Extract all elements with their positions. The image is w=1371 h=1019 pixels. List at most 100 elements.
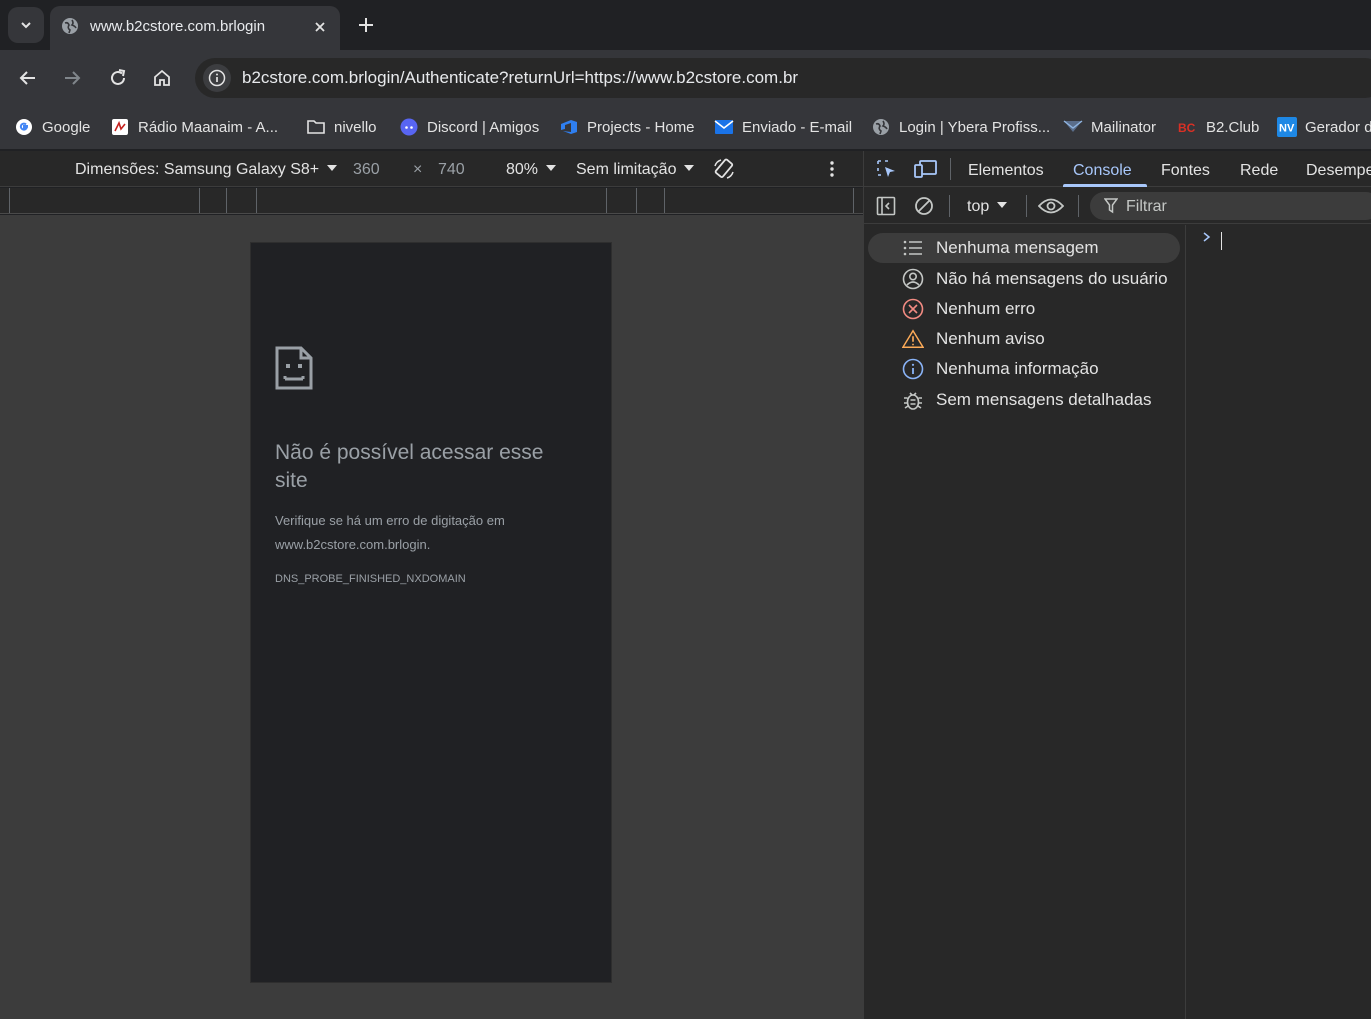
home-button[interactable] [150, 66, 174, 90]
eye-icon[interactable] [1038, 197, 1064, 215]
error-title: Não é possível acessar esse site [275, 441, 544, 492]
separator [1078, 195, 1079, 217]
sidebar-item-errors[interactable]: Nenhum erro [868, 294, 1180, 324]
tab-search-button[interactable] [8, 7, 44, 43]
width-input[interactable]: 360 [353, 161, 380, 179]
tab-performance[interactable]: Desempe [1306, 162, 1371, 180]
bookmark-projects[interactable]: Projects - Home [559, 116, 695, 138]
sad-document-icon [275, 346, 313, 390]
sidebar-toggle-icon[interactable] [876, 196, 896, 216]
sidebar-item-label: Não há mensagens do usuário [936, 269, 1168, 288]
bookmark-b2club[interactable]: BC B2.Club [1178, 116, 1259, 138]
device-label: Dimensões: Samsung Galaxy S8+ [75, 161, 320, 178]
device-toggle-icon[interactable] [914, 159, 938, 179]
svg-text:NV: NV [1279, 123, 1295, 135]
context-selector[interactable]: top [967, 198, 1008, 216]
bookmark-label: Mailinator [1091, 118, 1157, 136]
ruler-tick [256, 188, 257, 213]
separator [1026, 195, 1027, 217]
tab-elements[interactable]: Elementos [968, 162, 1044, 180]
console-toolbar: top Filtrar [864, 188, 1371, 224]
mail-icon [714, 117, 734, 137]
sidebar-item-verbose[interactable]: Sem mensagens detalhadas [868, 385, 1180, 415]
sidebar-item-label: Nenhuma informação [936, 359, 1099, 378]
svg-text:BC: BC [1178, 121, 1196, 135]
home-icon [154, 69, 170, 86]
sidebar-item-label: Nenhum aviso [936, 329, 1045, 348]
arrow-left-icon [19, 71, 35, 85]
mailinator-icon [1063, 117, 1083, 137]
google-icon [14, 117, 34, 137]
zoom-selector[interactable]: 80% [506, 161, 557, 179]
radio-icon [110, 117, 130, 137]
sidebar-item-label: Nenhuma mensagem [936, 238, 1099, 257]
tab-strip: www.b2cstore.com.brlogin [0, 0, 1371, 50]
bug-icon [902, 389, 924, 411]
throttle-selector[interactable]: Sem limitação [576, 161, 695, 179]
active-tab[interactable]: www.b2cstore.com.brlogin [50, 6, 340, 50]
bookmark-radio-maanaim[interactable]: Rádio Maanaim - A... [110, 116, 278, 138]
bookmark-mailinator[interactable]: Mailinator [1063, 116, 1156, 138]
more-options-icon[interactable] [828, 160, 836, 178]
ruler-tick [636, 188, 637, 213]
folder-icon [306, 117, 326, 137]
filter-placeholder: Filtrar [1126, 198, 1167, 215]
bookmark-label: Rádio Maanaim - A... [138, 118, 279, 136]
tab-title: www.b2cstore.com.brlogin [90, 18, 266, 35]
console-input[interactable] [1221, 232, 1222, 250]
back-button[interactable] [16, 66, 40, 90]
height-input[interactable]: 740 [438, 161, 465, 179]
browser-toolbar: b2cstore.com.brlogin/Authenticate?return… [0, 50, 1371, 106]
sidebar-item-user-messages[interactable]: Não há mensagens do usuário [868, 264, 1180, 294]
bookmark-discord[interactable]: Discord | Amigos [399, 116, 539, 138]
url-text[interactable]: b2cstore.com.brlogin/Authenticate?return… [242, 68, 798, 88]
bookmark-label: B2.Club [1206, 118, 1260, 136]
filter-input[interactable]: Filtrar [1090, 192, 1371, 220]
ruler-tick [664, 188, 665, 213]
filter-icon [1104, 198, 1118, 214]
bookmark-gerador[interactable]: NV Gerador d [1277, 116, 1371, 138]
bookmark-label: Google [42, 118, 91, 136]
address-bar[interactable]: b2cstore.com.brlogin/Authenticate?return… [195, 58, 1371, 98]
bookmark-ybera[interactable]: Login | Ybera Profiss... [871, 116, 1050, 138]
nv-icon: NV [1277, 117, 1297, 137]
device-selector[interactable]: Dimensões: Samsung Galaxy S8+ [75, 161, 338, 179]
globe-icon [61, 17, 79, 35]
console-sidebar: Nenhuma mensagem Não há mensagens do usu… [864, 225, 1186, 1019]
list-icon [902, 237, 924, 259]
site-info-button[interactable] [203, 64, 231, 92]
caret-down-icon [327, 164, 338, 171]
sidebar-item-all-messages[interactable]: Nenhuma mensagem [868, 233, 1180, 263]
reload-button[interactable] [106, 66, 130, 90]
sidebar-item-warnings[interactable]: Nenhum aviso [868, 324, 1180, 354]
bookmark-label: Gerador d [1305, 118, 1371, 136]
sidebar-item-info[interactable]: Nenhuma informação [868, 354, 1180, 384]
context-label: top [967, 198, 990, 215]
tab-sources[interactable]: Fontes [1161, 162, 1210, 180]
error-code: DNS_PROBE_FINISHED_NXDOMAIN [275, 573, 466, 585]
active-tab-indicator [1063, 184, 1147, 187]
clear-console-icon[interactable] [914, 196, 934, 216]
tab-network[interactable]: Rede [1240, 162, 1278, 180]
error-description: Verifique se há um erro de digitação em … [275, 513, 505, 552]
new-tab-button[interactable] [354, 13, 378, 37]
times-symbol: × [413, 161, 423, 178]
separator [949, 195, 950, 217]
bookmark-enviado-email[interactable]: Enviado - E-mail [714, 116, 852, 138]
close-icon[interactable] [310, 17, 330, 37]
bookmark-label: Discord | Amigos [427, 118, 540, 136]
inspect-element-icon[interactable] [876, 159, 898, 179]
forward-button[interactable] [60, 66, 84, 90]
info-icon [902, 358, 924, 380]
bookmark-google[interactable]: Google [14, 116, 90, 138]
bookmark-label: Login | Ybera Profiss... [899, 118, 1051, 136]
ruler-tick [9, 188, 10, 213]
bookmark-label: nivello [334, 118, 377, 136]
rotate-icon[interactable] [712, 157, 736, 181]
bookmark-folder-nivello[interactable]: nivello [306, 116, 377, 138]
tab-console[interactable]: Console [1073, 162, 1132, 180]
reload-icon [111, 69, 126, 85]
media-query-ruler[interactable] [0, 188, 863, 214]
ruler-tick [199, 188, 200, 213]
bookmark-label: Enviado - E-mail [742, 118, 853, 136]
